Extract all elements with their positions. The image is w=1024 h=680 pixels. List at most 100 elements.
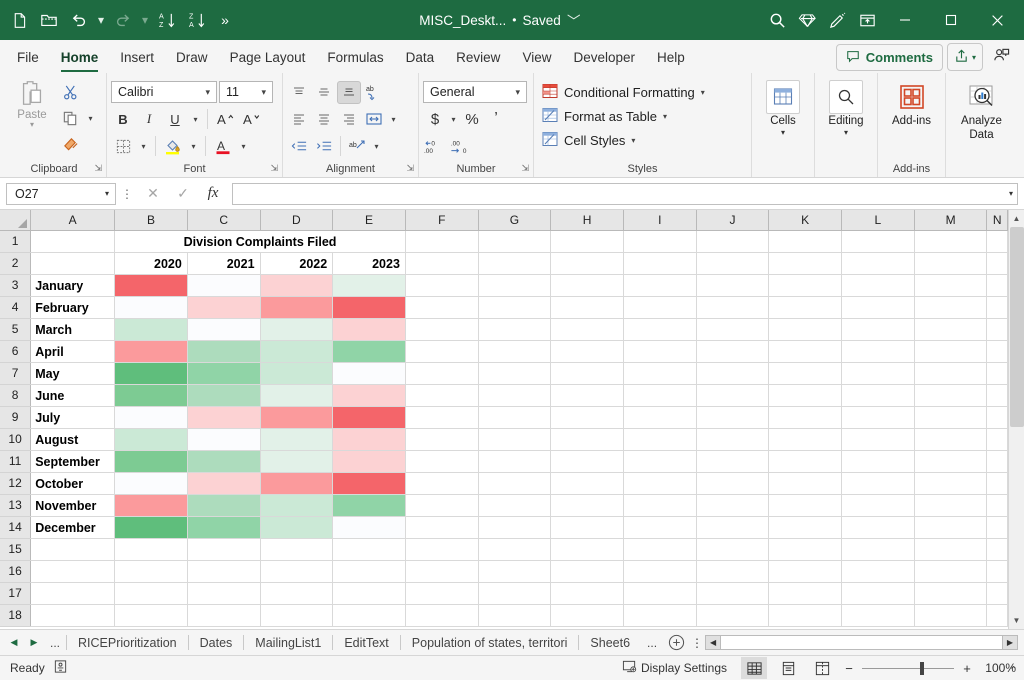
cell-M12[interactable] [914,472,988,495]
heatmap-cell-E5[interactable] [332,318,406,341]
cell-B16[interactable] [114,560,188,583]
heatmap-cell-C10[interactable] [187,428,261,451]
cell-N15[interactable] [986,538,1008,561]
cell-K15[interactable] [768,538,843,561]
cell-J11[interactable] [696,450,770,473]
cell-E18[interactable] [332,604,406,627]
cell-M15[interactable] [914,538,988,561]
cell-month-october[interactable]: October [30,472,116,495]
cell-M7[interactable] [914,362,988,385]
heatmap-cell-B6[interactable] [114,340,188,363]
sheet-tab-sheet6[interactable]: Sheet6 [579,630,641,656]
borders-dropdown-icon[interactable]: ▾ [137,135,150,158]
wrap-text-icon[interactable]: ab [345,135,369,158]
cell-N4[interactable] [986,296,1008,319]
cell-J1[interactable] [696,230,770,253]
cell-F8[interactable] [405,384,479,407]
cell-A2[interactable] [30,252,116,275]
decrease-font-size-icon[interactable]: A [239,108,263,131]
cell-M4[interactable] [914,296,988,319]
increase-decimal-icon[interactable]: 0 .00 [423,135,447,158]
diamond-icon[interactable] [792,5,822,35]
accounting-dropdown-icon[interactable]: ▾ [447,108,460,131]
conditional-formatting-button[interactable]: Conditional Formatting ▾ [538,81,709,104]
cell-K5[interactable] [768,318,843,341]
number-dialog-launcher-icon[interactable]: ⇲ [521,160,529,176]
heatmap-cell-C6[interactable] [187,340,261,363]
cell-I15[interactable] [623,538,697,561]
cell-F18[interactable] [405,604,479,627]
redo-dropdown-icon[interactable]: ▾ [138,13,152,27]
cell-L15[interactable] [841,538,915,561]
row-header-7[interactable]: 7 [0,362,32,385]
cell-L10[interactable] [841,428,915,451]
cell-F7[interactable] [405,362,479,385]
number-format-combo[interactable]: General ▾ [423,81,527,103]
heatmap-cell-B14[interactable] [114,516,188,539]
cell-L13[interactable] [841,494,915,517]
cell-F13[interactable] [405,494,479,517]
heatmap-cell-D14[interactable] [260,516,334,539]
sort-descending-icon[interactable]: Z A [182,5,212,35]
cell-K3[interactable] [768,274,843,297]
collapse-ribbon-icon[interactable]: ⌃ [1009,664,1018,677]
undo-icon[interactable] [64,5,94,35]
cell-M6[interactable] [914,340,988,363]
scroll-up-icon[interactable]: ▲ [1008,210,1024,227]
cell-F3[interactable] [405,274,479,297]
sheet-tab-population[interactable]: Population of states, territori [401,630,579,656]
cells-dropdown-icon[interactable]: ▾ [781,129,785,137]
clipboard-dialog-launcher-icon[interactable]: ⇲ [94,160,102,176]
heatmap-cell-C5[interactable] [187,318,261,341]
cell-C15[interactable] [187,538,261,561]
heatmap-cell-D12[interactable] [260,472,334,495]
heatmap-cell-B9[interactable] [114,406,188,429]
cell-year-2023[interactable]: 2023 [332,252,406,275]
editing-button[interactable]: Editing ▾ [819,76,873,137]
orientation-icon[interactable]: ab [362,81,386,104]
increase-indent-icon[interactable] [312,135,336,158]
merge-and-center-icon[interactable] [362,108,386,131]
cell-H17[interactable] [550,582,624,605]
cell-E15[interactable] [332,538,406,561]
cell-K8[interactable] [768,384,843,407]
column-header-m[interactable]: M [914,210,988,231]
cell-H6[interactable] [550,340,624,363]
cell-J18[interactable] [696,604,770,627]
zoom-slider-track[interactable] [862,661,954,675]
heatmap-cell-E8[interactable] [332,384,406,407]
cell-L8[interactable] [841,384,915,407]
tab-home[interactable]: Home [50,43,110,73]
cell-L3[interactable] [841,274,915,297]
column-header-h[interactable]: H [550,210,624,231]
tab-page-layout[interactable]: Page Layout [219,43,317,73]
cell-L12[interactable] [841,472,915,495]
heatmap-cell-B12[interactable] [114,472,188,495]
heatmap-cell-C4[interactable] [187,296,261,319]
maximize-button[interactable] [928,0,974,40]
cell-F10[interactable] [405,428,479,451]
cell-H4[interactable] [550,296,624,319]
sheet-tab-dates[interactable]: Dates [189,630,244,656]
cell-H5[interactable] [550,318,624,341]
cell-G14[interactable] [478,516,552,539]
column-header-g[interactable]: G [478,210,552,231]
cell-N7[interactable] [986,362,1008,385]
format-as-table-button[interactable]: Format as Table ▾ [538,105,709,128]
cell-J5[interactable] [696,318,770,341]
cell-I8[interactable] [623,384,697,407]
cell-K1[interactable] [768,230,843,253]
cell-year-2022[interactable]: 2022 [260,252,334,275]
cell-J7[interactable] [696,362,770,385]
cell-N2[interactable] [986,252,1008,275]
column-header-j[interactable]: J [696,210,770,231]
heatmap-cell-E12[interactable] [332,472,406,495]
cell-K9[interactable] [768,406,843,429]
cell-styles-chevron-icon[interactable]: ▾ [631,136,635,145]
cell-G12[interactable] [478,472,552,495]
heatmap-cell-D10[interactable] [260,428,334,451]
cell-K11[interactable] [768,450,843,473]
zoom-slider-thumb[interactable] [920,661,924,675]
scroll-down-icon[interactable]: ▼ [1008,612,1024,629]
cell-D18[interactable] [260,604,334,627]
